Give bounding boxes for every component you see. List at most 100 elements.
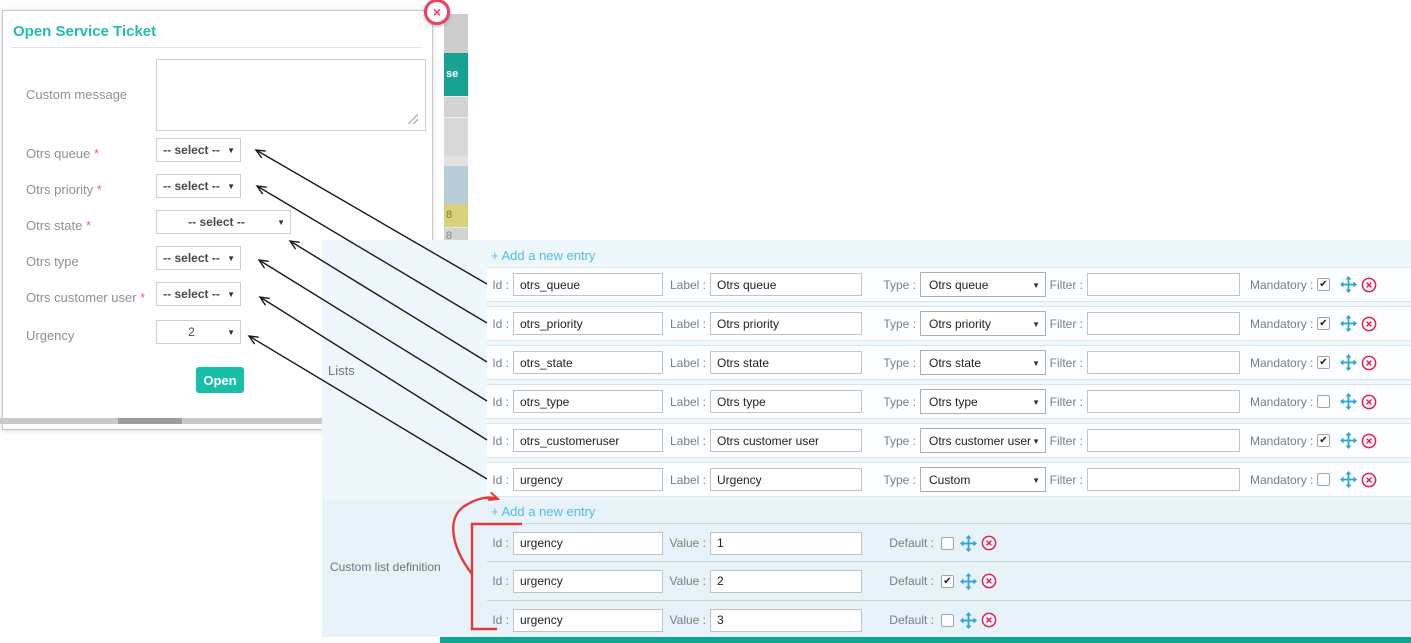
required-asterisk: * (97, 182, 102, 197)
otrs-customer-user-label: Otrs customer user * (26, 290, 145, 305)
custom-value-input[interactable] (710, 532, 862, 555)
custom-value-input[interactable] (710, 609, 862, 632)
delete-icon[interactable] (1361, 394, 1377, 410)
mandatory-checkbox[interactable] (1317, 395, 1330, 408)
type-label: Type : (862, 434, 920, 448)
delete-icon[interactable] (1361, 355, 1377, 371)
mandatory-checkbox[interactable]: ✔ (1317, 278, 1330, 291)
move-icon[interactable] (1340, 471, 1357, 488)
entry-filter-input[interactable] (1087, 312, 1240, 335)
delete-icon[interactable] (981, 535, 997, 551)
resize-grip-icon[interactable] (408, 114, 418, 124)
custom-list-row: Id : Value : Default : (487, 600, 1411, 639)
entry-type-select[interactable]: Otrs priority▼ (920, 311, 1046, 336)
mandatory-checkbox[interactable]: ✔ (1317, 434, 1330, 447)
lists-config-panel: + Add a new entry Lists Id : Label : Typ… (322, 240, 1411, 637)
otrs-state-select[interactable]: -- select --▼ (156, 210, 291, 234)
list-entry-row: Id : Label : Type : Otrs priority▼ Filte… (487, 306, 1411, 341)
dropdown-caret-icon: ▼ (277, 218, 285, 227)
entry-label-input[interactable] (710, 468, 862, 491)
open-button[interactable]: Open (196, 367, 244, 393)
custom-id-input[interactable] (513, 532, 663, 555)
otrs-priority-select[interactable]: -- select --▼ (156, 174, 241, 198)
custom-list-row: Id : Value : Default : (487, 523, 1411, 562)
urgency-select[interactable]: 2▼ (156, 320, 241, 344)
delete-icon[interactable] (981, 612, 997, 628)
delete-icon[interactable] (1361, 277, 1377, 293)
table-cell (444, 117, 468, 156)
value-label: Value : (663, 574, 710, 588)
table-header-cell: se (444, 53, 468, 96)
entry-label-input[interactable] (710, 390, 862, 413)
delete-icon[interactable] (1361, 433, 1377, 449)
entry-label-input[interactable] (710, 312, 862, 335)
required-asterisk: * (94, 146, 99, 161)
entry-label-input[interactable] (710, 429, 862, 452)
otrs-queue-select[interactable]: -- select --▼ (156, 138, 241, 162)
default-checkbox[interactable] (941, 537, 954, 550)
otrs-type-select[interactable]: -- select --▼ (156, 246, 241, 270)
mandatory-checkbox[interactable]: ✔ (1317, 317, 1330, 330)
screenshot-root: se 8 8 Open Service Ticket Custom messag… (0, 0, 1411, 643)
horizontal-scrollbar[interactable] (0, 418, 324, 424)
type-label: Type : (862, 395, 920, 409)
custom-message-textarea[interactable] (156, 59, 426, 131)
move-icon[interactable] (1340, 354, 1357, 371)
entry-type-select[interactable]: Otrs state▼ (920, 350, 1046, 375)
default-checkbox[interactable] (941, 614, 954, 627)
move-icon[interactable] (960, 535, 977, 552)
default-checkbox[interactable]: ✔ (941, 575, 954, 588)
entry-label-input[interactable] (710, 273, 862, 296)
entry-label-input[interactable] (710, 351, 862, 374)
table-cell: 8 (444, 204, 468, 227)
scrollbar-thumb[interactable] (118, 418, 182, 424)
close-icon[interactable]: × (424, 0, 450, 25)
value-label: Value : (663, 536, 710, 550)
move-icon[interactable] (960, 612, 977, 629)
entry-filter-input[interactable] (1087, 429, 1240, 452)
otrs-priority-label: Otrs priority * (26, 182, 102, 197)
move-icon[interactable] (1340, 393, 1357, 410)
custom-value-input[interactable] (710, 570, 862, 593)
entry-id-input[interactable] (513, 390, 663, 413)
table-cell (444, 166, 468, 204)
entry-filter-input[interactable] (1087, 351, 1240, 374)
delete-icon[interactable] (1361, 316, 1377, 332)
move-icon[interactable] (1340, 315, 1357, 332)
move-icon[interactable] (1340, 432, 1357, 449)
add-entry-link[interactable]: + Add a new entry (491, 248, 595, 263)
move-icon[interactable] (960, 573, 977, 590)
mandatory-label: Mandatory : (1250, 356, 1314, 370)
id-label: Id : (487, 395, 513, 409)
table-cell (444, 96, 468, 117)
mandatory-checkbox[interactable] (1317, 473, 1330, 486)
custom-id-input[interactable] (513, 609, 663, 632)
entry-id-input[interactable] (513, 468, 663, 491)
filter-label: Filter : (1046, 317, 1087, 331)
dropdown-caret-icon: ▼ (1032, 281, 1040, 290)
mandatory-checkbox[interactable]: ✔ (1317, 356, 1330, 369)
move-icon[interactable] (1340, 276, 1357, 293)
delete-icon[interactable] (1361, 472, 1377, 488)
entry-type-select[interactable]: Custom▼ (920, 467, 1046, 492)
custom-message-label: Custom message (26, 87, 127, 102)
add-entry-link[interactable]: + Add a new entry (491, 504, 595, 519)
filter-label: Filter : (1046, 356, 1087, 370)
custom-id-input[interactable] (513, 570, 663, 593)
entry-filter-input[interactable] (1087, 273, 1240, 296)
entry-type-select[interactable]: Otrs queue▼ (920, 272, 1046, 297)
entry-type-select[interactable]: Otrs customer user▼ (920, 428, 1046, 453)
entry-id-input[interactable] (513, 273, 663, 296)
id-label: Id : (487, 356, 513, 370)
entry-filter-input[interactable] (1087, 390, 1240, 413)
entry-id-input[interactable] (513, 429, 663, 452)
dropdown-caret-icon: ▼ (227, 146, 235, 155)
dropdown-caret-icon: ▼ (1032, 437, 1040, 446)
delete-icon[interactable] (981, 573, 997, 589)
entry-id-input[interactable] (513, 312, 663, 335)
entry-type-select[interactable]: Otrs type▼ (920, 389, 1046, 414)
entry-filter-input[interactable] (1087, 468, 1240, 491)
entry-id-input[interactable] (513, 351, 663, 374)
otrs-customer-user-select[interactable]: -- select --▼ (156, 282, 241, 306)
type-label: Type : (862, 317, 920, 331)
